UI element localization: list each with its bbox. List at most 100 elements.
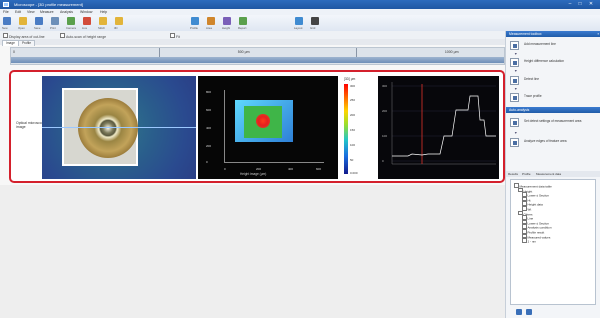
tool-add-line[interactable]: Add measurement line bbox=[510, 40, 598, 51]
arrow-down-icon: ▼ bbox=[514, 52, 518, 56]
highlighted-image-panel: Optical microscope image 800 600 400 200… bbox=[9, 70, 505, 183]
profile-chart-panel[interactable]: 300 200 100 0 bbox=[378, 76, 499, 179]
x-tick-label: 600 bbox=[316, 167, 322, 171]
toolbar-icon-10[interactable] bbox=[207, 17, 215, 25]
add-line-icon bbox=[510, 41, 519, 50]
menu-window[interactable]: Window bbox=[80, 10, 92, 14]
main-toolbar: New Open Save Print Camera Live Stitch 3D Profil… bbox=[0, 15, 600, 32]
detect-line-icon bbox=[510, 76, 519, 85]
height-image-caption: Height image (μm) bbox=[240, 172, 267, 176]
menu-file[interactable]: File bbox=[3, 10, 9, 14]
menu-edit[interactable]: Edit bbox=[15, 10, 21, 14]
colorbar-tick: 100 bbox=[350, 143, 356, 147]
toolbar-label: Height bbox=[222, 26, 231, 30]
menu-view[interactable]: View bbox=[27, 10, 35, 14]
toolbar-label: Live bbox=[82, 26, 88, 30]
toolbar-icon-4[interactable] bbox=[51, 17, 59, 25]
pin-icon[interactable]: ▪ bbox=[595, 31, 599, 37]
toolbar-icon-8[interactable] bbox=[115, 17, 123, 25]
measurement-tree[interactable]: Measurement data table Height Lower ≤ Sect… bbox=[510, 179, 596, 305]
toolbar-label: Layout bbox=[294, 26, 303, 30]
tree-node[interactable]: 1 - nm bbox=[522, 238, 536, 244]
maximize-button[interactable]: □ bbox=[576, 1, 584, 8]
ruler-label: 500 μm bbox=[237, 50, 250, 54]
profile-y-tick: 0 bbox=[382, 159, 384, 163]
x-tick-label: 200 bbox=[256, 167, 262, 171]
toolbar-icon-6[interactable] bbox=[83, 17, 91, 25]
cut-line[interactable] bbox=[42, 127, 196, 128]
x-axis bbox=[224, 162, 324, 163]
toolbar-label: Open bbox=[18, 26, 25, 30]
ruler-tick bbox=[356, 48, 357, 57]
toolbar-icon-14[interactable] bbox=[311, 17, 319, 25]
workspace-empty-area bbox=[0, 185, 505, 318]
tool-height-diff[interactable]: Height difference calculation bbox=[510, 57, 598, 68]
tool-detect-area[interactable]: Set detect settings of measurement area bbox=[510, 117, 598, 128]
arrow-down-icon: ▼ bbox=[514, 131, 518, 135]
toolbar-label: Grid bbox=[310, 26, 316, 30]
height-image-panel: 800 600 400 200 0 0 200 400 600 Height i… bbox=[198, 76, 338, 179]
toolbar-icon-3[interactable] bbox=[35, 17, 43, 25]
window-titlebar: Microscope - [3D profile measurement] – … bbox=[0, 0, 600, 9]
tree-checkbox-icon[interactable] bbox=[522, 238, 527, 243]
toolbar-icon-9[interactable] bbox=[191, 17, 199, 25]
subtab-profile[interactable]: Profile bbox=[522, 172, 531, 176]
y-tick-label: 600 bbox=[206, 108, 212, 112]
checkbox-icon[interactable] bbox=[170, 33, 175, 38]
analyze-edges-icon bbox=[510, 138, 519, 147]
arrow-down-icon: ▼ bbox=[514, 69, 518, 73]
subtab-results[interactable]: Results bbox=[508, 172, 518, 176]
toolbar-label: Profile bbox=[190, 26, 198, 30]
trace-profile-icon bbox=[510, 93, 519, 102]
toolbar-label: Print bbox=[50, 26, 56, 30]
ruler-label: 1000 μm bbox=[444, 50, 459, 54]
y-tick-label: 400 bbox=[206, 126, 212, 130]
y-axis bbox=[224, 90, 225, 162]
toolbar-icon-7[interactable] bbox=[99, 17, 107, 25]
optical-image[interactable] bbox=[42, 76, 196, 179]
toolbar-label: 3D bbox=[114, 26, 118, 30]
toolbar-label: New bbox=[2, 26, 8, 30]
checkbox-icon[interactable] bbox=[60, 33, 65, 38]
tool-detect-line[interactable]: Detect line bbox=[510, 75, 598, 86]
toolbar-icon-11[interactable] bbox=[223, 17, 231, 25]
toolbar-icon-1[interactable] bbox=[3, 17, 11, 25]
y-tick-label: 200 bbox=[206, 144, 212, 148]
tool-analyze-edges[interactable]: Analyze edges of feature area bbox=[510, 137, 598, 148]
menu-measure[interactable]: Measure bbox=[40, 10, 54, 14]
toolbar-icon-2[interactable] bbox=[19, 17, 27, 25]
profile-chart bbox=[391, 82, 496, 165]
tool-trace-profile[interactable]: Trace profile bbox=[510, 92, 598, 103]
sample-center bbox=[100, 120, 116, 136]
tab-profile[interactable]: Profile bbox=[18, 40, 36, 46]
footer-icon[interactable] bbox=[526, 309, 532, 315]
toolbar-icon-12[interactable] bbox=[239, 17, 247, 25]
range-bar[interactable] bbox=[11, 57, 504, 63]
checkbox-icon[interactable] bbox=[3, 33, 8, 38]
y-tick-label: 0 bbox=[206, 160, 208, 164]
tab-image[interactable]: Image bbox=[2, 40, 19, 46]
colorbar-tick: 300 bbox=[350, 84, 356, 88]
subtab-measurement-data[interactable]: Measurement data bbox=[536, 172, 561, 176]
ruler-label: 0 bbox=[13, 50, 15, 54]
range-ruler[interactable]: 0 500 μm 1000 μm bbox=[10, 47, 505, 65]
colorbar-tick: 250 bbox=[350, 98, 356, 102]
toolbar-icon-5[interactable] bbox=[67, 17, 75, 25]
menu-help[interactable]: Help bbox=[100, 10, 107, 14]
window-title: Microscope - [3D profile measurement] bbox=[14, 2, 83, 7]
profile-line bbox=[392, 95, 496, 157]
side-header-auto: Auto-analysis bbox=[506, 107, 600, 113]
footer-icon[interactable] bbox=[516, 309, 522, 315]
colorbar-title: [3D] μm bbox=[344, 77, 356, 81]
profile-y-tick: 200 bbox=[382, 109, 388, 113]
ruler-tick bbox=[158, 48, 160, 57]
optical-image-panel: Optical microscope image bbox=[14, 76, 196, 179]
x-tick-label: 400 bbox=[288, 167, 294, 171]
colorbar-tick: 200 bbox=[350, 113, 356, 117]
toolbar-icon-13[interactable] bbox=[295, 17, 303, 25]
profile-y-tick: 300 bbox=[382, 84, 388, 88]
menu-analysis[interactable]: Analysis bbox=[60, 10, 73, 14]
minimize-button[interactable]: – bbox=[566, 1, 574, 8]
close-button[interactable]: ✕ bbox=[587, 1, 595, 8]
height-map-peak bbox=[256, 114, 270, 128]
